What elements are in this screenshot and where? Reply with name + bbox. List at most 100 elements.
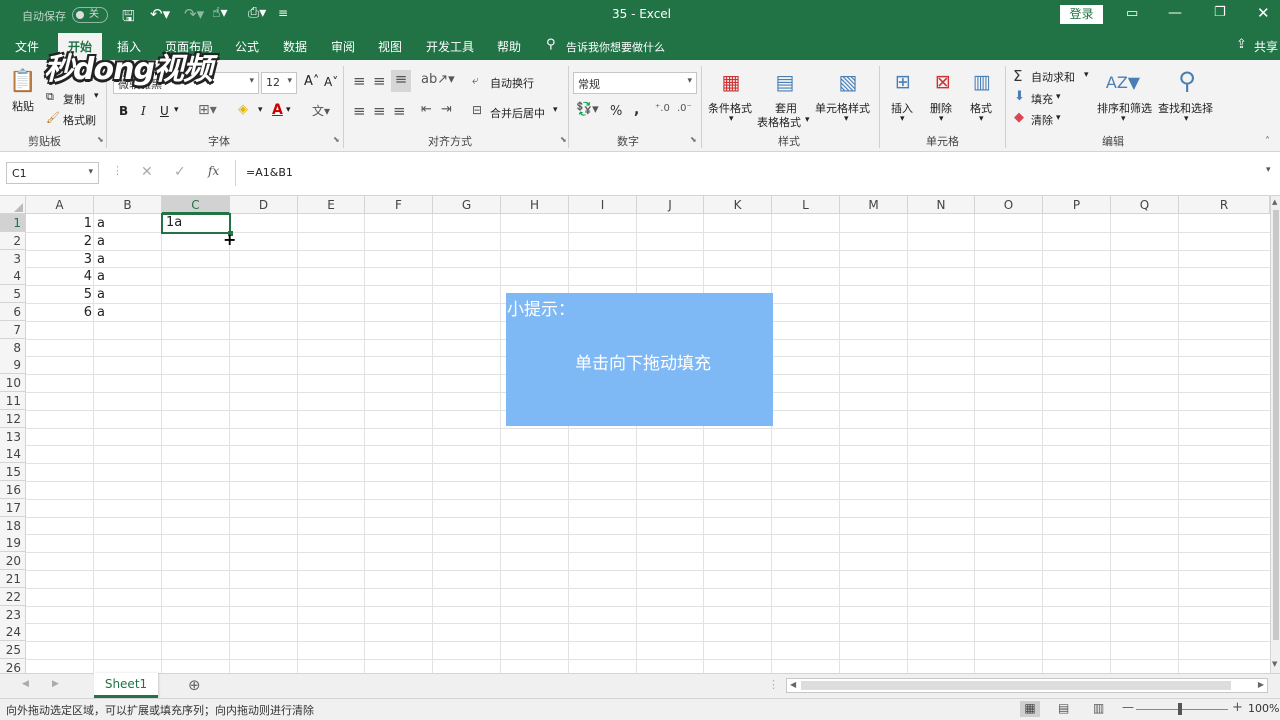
phonetic-icon[interactable]: 文▾ <box>312 102 330 119</box>
cell-A1[interactable]: 1 <box>26 215 92 233</box>
column-header-Q[interactable]: Q <box>1111 196 1179 214</box>
row-header-15[interactable]: 15 <box>0 463 26 482</box>
clear-button[interactable]: 清除 <box>1031 112 1053 128</box>
share-button[interactable]: 共享 <box>1254 38 1278 55</box>
column-header-K[interactable]: K <box>704 196 772 214</box>
tab-file[interactable]: 文件 <box>15 38 39 55</box>
collapse-ribbon-icon[interactable]: ˄ <box>1265 136 1270 147</box>
expand-formula-icon[interactable]: ▾ <box>1266 165 1271 175</box>
font-size-select[interactable]: 12 ▾ <box>261 72 297 94</box>
cell-styles-button[interactable]: 单元格样式 <box>815 100 870 116</box>
row-header-22[interactable]: 22 <box>0 587 26 606</box>
wrap-text-button[interactable]: 自动换行 <box>490 75 534 91</box>
wrap-text-icon[interactable]: ⤶ <box>472 73 479 88</box>
format-cells-dropdown-icon[interactable]: ▾ <box>979 114 984 124</box>
italic-button[interactable]: I <box>141 104 146 118</box>
column-header-I[interactable]: I <box>569 196 637 214</box>
close-icon[interactable]: ✕ <box>1257 4 1270 22</box>
next-sheet-icon[interactable]: ▶ <box>52 679 59 689</box>
cell-A2[interactable]: 2 <box>26 233 92 251</box>
underline-button[interactable]: U <box>160 104 169 118</box>
paste-button[interactable]: 粘贴 <box>12 98 34 114</box>
align-middle-icon[interactable]: ≡ <box>373 72 386 90</box>
clear-icon[interactable]: ◆ <box>1014 110 1024 125</box>
row-header-10[interactable]: 10 <box>0 374 26 393</box>
decrease-font-icon[interactable]: A˅ <box>324 75 338 89</box>
row-header-3[interactable]: 3 <box>0 249 26 268</box>
border-icon[interactable]: ⊞▾ <box>198 102 217 118</box>
row-header-12[interactable]: 12 <box>0 409 26 428</box>
worksheet-grid[interactable]: ABCDEFGHIJKLMNOPQR 1 2 3 4 5 6 7 8 9 10 11 12 13 14 15… <box>0 196 1280 673</box>
tab-help[interactable]: 帮助 <box>497 38 521 55</box>
fill-dropdown-icon[interactable]: ▾ <box>1056 92 1061 102</box>
row-header-16[interactable]: 16 <box>0 481 26 499</box>
scroll-right-icon[interactable]: ▶ <box>1258 680 1264 689</box>
autosave-toggle[interactable]: 关 <box>72 7 108 23</box>
sort-filter-dropdown-icon[interactable]: ▾ <box>1121 114 1126 124</box>
copy-dropdown-icon[interactable]: ▾ <box>94 91 99 101</box>
paste-icon[interactable]: 📋 <box>9 66 36 96</box>
scrollbar-thumb[interactable] <box>1273 210 1279 640</box>
insert-cells-dropdown-icon[interactable]: ▾ <box>900 114 905 124</box>
add-sheet-icon[interactable]: ⊕ <box>188 676 201 694</box>
share-icon[interactable]: ⇪ <box>1236 37 1247 52</box>
row-header-17[interactable]: 17 <box>0 498 26 517</box>
name-box[interactable]: C1 ▾ <box>6 162 99 184</box>
cell-A5[interactable]: 5 <box>26 286 92 304</box>
number-format-select[interactable]: 常规 ▾ <box>573 72 697 94</box>
font-color-icon[interactable]: A <box>272 102 283 118</box>
cell-B3[interactable]: a <box>97 251 157 269</box>
cell-B6[interactable]: a <box>97 304 157 322</box>
row-header-1[interactable]: 1 <box>0 214 26 232</box>
fill-color-dropdown-icon[interactable]: ▾ <box>258 105 263 115</box>
column-header-J[interactable]: J <box>637 196 704 214</box>
tab-data[interactable]: 数据 <box>283 38 307 55</box>
row-header-8[interactable]: 8 <box>0 338 26 357</box>
sort-filter-icon[interactable]: AZ▼ <box>1106 68 1140 96</box>
print-preview-icon[interactable]: ⎙▾ <box>248 5 266 21</box>
zoom-in-icon[interactable]: + <box>1232 700 1243 715</box>
tell-me-input[interactable]: 告诉我你想要做什么 <box>566 39 665 55</box>
normal-view-icon[interactable]: ▦ <box>1020 701 1040 717</box>
redo-icon[interactable]: ↷▾ <box>184 5 204 23</box>
ribbon-display-icon[interactable]: ▭ <box>1126 6 1138 21</box>
column-header-O[interactable]: O <box>975 196 1043 214</box>
format-painter-button[interactable]: 格式刷 <box>63 112 96 128</box>
comma-button[interactable]: , <box>634 102 639 118</box>
delete-cells-icon[interactable]: ⊠ <box>928 68 958 96</box>
find-select-icon[interactable]: ⚲ <box>1172 66 1202 96</box>
touch-mode-icon[interactable]: ☝▾ <box>212 5 228 21</box>
font-launcher-icon[interactable]: ⬊ <box>333 135 340 144</box>
formula-input[interactable]: =A1&B1 <box>235 160 1275 186</box>
page-layout-view-icon[interactable]: ▤ <box>1058 701 1069 715</box>
autosum-button[interactable]: 自动求和 <box>1031 69 1075 85</box>
format-painter-icon[interactable]: 🖌 <box>46 111 60 124</box>
bold-button[interactable]: B <box>119 104 128 118</box>
cell-B1[interactable]: a <box>97 215 157 233</box>
column-header-A[interactable]: A <box>26 196 94 214</box>
column-header-F[interactable]: F <box>365 196 433 214</box>
save-icon[interactable]: 🖫 <box>122 6 135 31</box>
row-header-25[interactable]: 25 <box>0 641 26 660</box>
increase-font-icon[interactable]: A˄ <box>304 74 319 89</box>
align-right-icon[interactable]: ≡ <box>393 102 406 120</box>
column-header-P[interactable]: P <box>1043 196 1111 214</box>
row-header-14[interactable]: 14 <box>0 445 26 464</box>
minimize-icon[interactable]: — <box>1168 5 1182 21</box>
column-header-L[interactable]: L <box>772 196 840 214</box>
tab-formulas[interactable]: 公式 <box>235 38 259 55</box>
undo-icon[interactable]: ↶▾ <box>150 5 170 23</box>
row-header-4[interactable]: 4 <box>0 267 26 286</box>
column-header-B[interactable]: B <box>94 196 162 214</box>
zoom-out-icon[interactable]: — <box>1122 700 1134 714</box>
customize-qat-icon[interactable]: ≡ <box>278 6 288 20</box>
format-cells-icon[interactable]: ▥ <box>967 68 997 96</box>
sheet-tab-sheet1[interactable]: Sheet1 <box>94 673 158 698</box>
tab-view[interactable]: 视图 <box>378 38 402 55</box>
decrease-decimal-icon[interactable]: .0⁻ <box>677 103 692 114</box>
row-header-5[interactable]: 5 <box>0 285 26 304</box>
cell-A3[interactable]: 3 <box>26 251 92 269</box>
horizontal-scrollbar[interactable]: ◀ ▶ <box>786 678 1268 693</box>
fill-icon[interactable]: ⬇ <box>1014 89 1025 104</box>
copy-icon[interactable]: ⧉ <box>46 90 54 104</box>
